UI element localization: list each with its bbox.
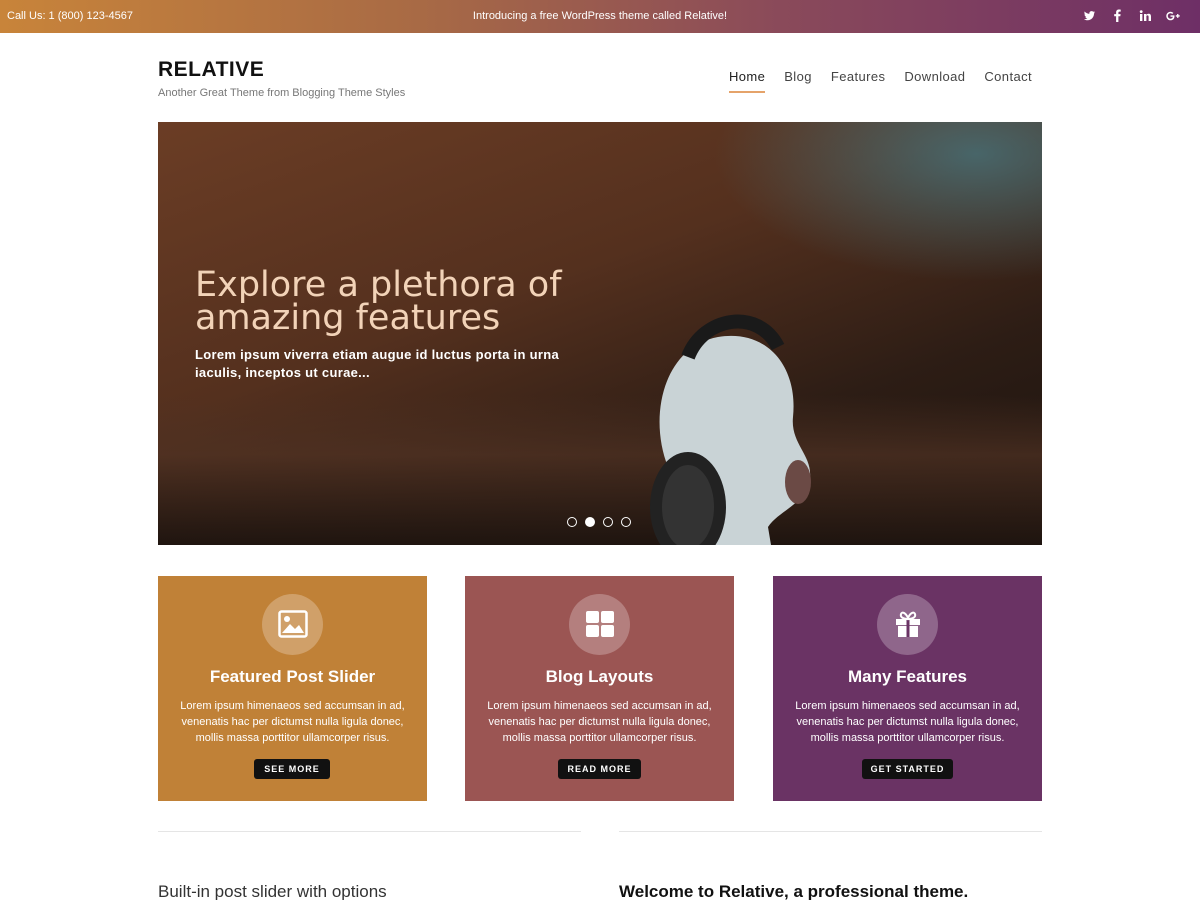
site-branding: RELATIVE Another Great Theme from Bloggi… [158, 59, 406, 100]
site-title[interactable]: RELATIVE [158, 59, 405, 81]
hero-title: Explore a plethora of amazing features [195, 265, 562, 338]
grid-icon [586, 611, 614, 637]
divider-left [158, 831, 581, 832]
see-more-button[interactable]: SEE MORE [254, 759, 330, 779]
feature-card-slider: Featured Post Slider Lorem ipsum himenae… [158, 576, 427, 801]
facebook-icon[interactable] [1110, 8, 1124, 24]
card-title: Featured Post Slider [209, 667, 376, 686]
nav-home[interactable]: Home [728, 69, 766, 93]
nav-contact[interactable]: Contact [984, 69, 1032, 93]
section-heading-right: Welcome to Relative, a professional them… [619, 882, 969, 900]
read-more-button[interactable]: READ MORE [558, 759, 641, 779]
gift-icon [896, 611, 920, 637]
nav-blog[interactable]: Blog [784, 69, 812, 93]
card-body: Lorem ipsum himenaeos sed accumsan in ad… [180, 700, 405, 744]
card-title: Many Features [847, 667, 968, 686]
social-links [1082, 8, 1180, 24]
divider-right [619, 831, 1042, 832]
linkedin-icon[interactable] [1138, 8, 1152, 24]
nav-features[interactable]: Features [831, 69, 886, 93]
hero-subtitle: Lorem ipsum viverra etiam augue id luctu… [195, 347, 559, 380]
card-title: Blog Layouts [545, 667, 654, 686]
get-started-button[interactable]: GET STARTED [862, 759, 953, 779]
google-plus-icon[interactable] [1166, 8, 1180, 24]
card-icon-circle [262, 594, 323, 655]
slider-dot-2[interactable] [585, 517, 595, 527]
nav-download[interactable]: Download [904, 69, 965, 93]
feature-card-layouts: Blog Layouts Lorem ipsum himenaeos sed a… [465, 576, 734, 801]
slider-dots [567, 517, 631, 527]
slider-dot-3[interactable] [603, 517, 613, 527]
top-bar: Call Us: 1 (800) 123-4567 Introducing a … [0, 0, 1200, 33]
slider-dot-1[interactable] [567, 517, 577, 527]
promo-text: Introducing a free WordPress theme calle… [472, 10, 728, 22]
card-body: Lorem ipsum himenaeos sed accumsan in ad… [795, 700, 1020, 744]
card-body: Lorem ipsum himenaeos sed accumsan in ad… [487, 700, 712, 744]
section-heading-left: Built-in post slider with options [158, 882, 387, 900]
feature-card-features: Many Features Lorem ipsum himenaeos sed … [773, 576, 1042, 801]
headphone-bust-image [650, 314, 828, 545]
image-icon [278, 610, 308, 638]
card-icon-circle [569, 594, 630, 655]
background-light [712, 122, 1042, 282]
site-tagline: Another Great Theme from Blogging Theme … [158, 87, 406, 99]
hero-slider[interactable]: Explore a plethora of amazing features L… [158, 122, 1042, 545]
twitter-icon[interactable] [1082, 8, 1096, 24]
card-icon-circle [877, 594, 938, 655]
slider-dot-4[interactable] [621, 517, 631, 527]
main-nav: Home Blog Features Download Contact [710, 69, 1032, 93]
